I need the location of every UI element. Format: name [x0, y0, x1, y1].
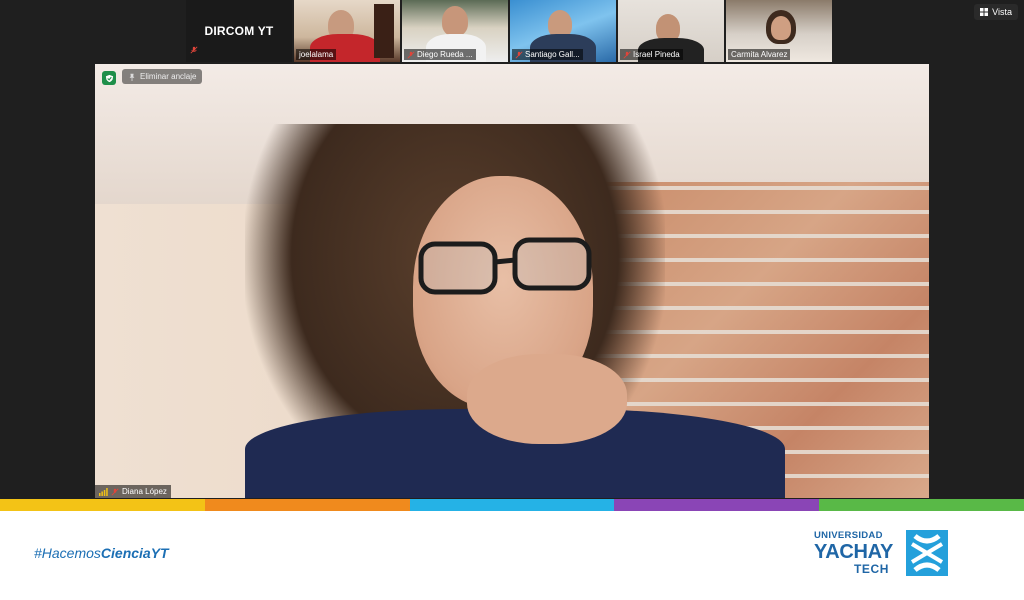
participant-label: Carmita Alvarez	[728, 49, 791, 60]
participant-tile-diego[interactable]: Diego Rueda ...	[402, 0, 508, 62]
signal-icon	[99, 487, 108, 496]
participant-name: Carmita Alvarez	[731, 50, 788, 59]
hashtag-prefix: #Hacemos	[34, 545, 101, 561]
participant-label: Diego Rueda ...	[404, 49, 476, 60]
participant-name: DIRCOM YT	[204, 24, 274, 38]
view-button-label: Vista	[992, 7, 1012, 17]
mic-off-icon	[623, 51, 631, 58]
stripe-cyan	[409, 499, 615, 511]
logo-line-yachay: YACHAY	[814, 541, 893, 563]
mic-off-icon	[190, 41, 198, 59]
participant-tile-santiago[interactable]: Santiago Gall...	[510, 0, 616, 62]
participant-name: Israel Pineda	[633, 50, 680, 59]
speaker-hand	[467, 354, 627, 444]
main-video[interactable]: Eliminar anclaje Diana López	[95, 64, 929, 498]
yachay-logo-mark-icon	[906, 530, 948, 576]
participant-name: joelalama	[299, 50, 334, 59]
participant-tile-joelalama[interactable]: joelalama	[294, 0, 400, 62]
participant-strip: DIRCOM YT joelalama Diego Rueda ... Sant…	[186, 0, 832, 62]
hashtag-bold: CienciaYT	[100, 545, 169, 561]
color-stripe	[0, 499, 1024, 511]
unpin-label: Eliminar anclaje	[140, 72, 197, 81]
stripe-yellow	[0, 499, 205, 511]
participant-label: Santiago Gall...	[512, 49, 583, 60]
participant-name: Santiago Gall...	[525, 50, 580, 59]
unpin-button[interactable]: Eliminar anclaje	[122, 69, 203, 84]
speaker-label: Diana López	[95, 485, 171, 498]
mic-off-icon	[407, 51, 415, 58]
view-button[interactable]: Vista	[974, 4, 1018, 20]
mic-off-icon	[111, 488, 119, 495]
mic-off-icon	[515, 51, 523, 58]
participant-label: Israel Pineda	[620, 49, 683, 60]
speaker-name: Diana López	[122, 487, 167, 496]
participant-tile-carmita[interactable]: Carmita Alvarez	[726, 0, 832, 62]
stripe-purple	[614, 499, 820, 511]
participant-name: Diego Rueda ...	[417, 50, 473, 59]
logo-line-tech: TECH	[854, 562, 890, 576]
hashtag: #HacemosCienciaYT	[34, 545, 169, 561]
participant-tile-dircom[interactable]: DIRCOM YT	[186, 0, 292, 62]
logo-line-universidad: UNIVERSIDAD	[814, 530, 883, 541]
pin-icon	[129, 73, 135, 81]
participant-label: joelalama	[296, 49, 337, 60]
stripe-green	[819, 499, 1024, 511]
bottom-banner: #HacemosCienciaYT UNIVERSIDAD YACHAY TEC…	[0, 511, 1024, 600]
participant-tile-israel[interactable]: Israel Pineda	[618, 0, 724, 62]
grid-icon	[980, 8, 989, 16]
speaker-glasses	[418, 237, 592, 295]
shield-icon	[102, 71, 116, 85]
yachay-tech-logo: UNIVERSIDAD YACHAY TECH	[814, 530, 954, 580]
stripe-orange	[204, 499, 410, 511]
